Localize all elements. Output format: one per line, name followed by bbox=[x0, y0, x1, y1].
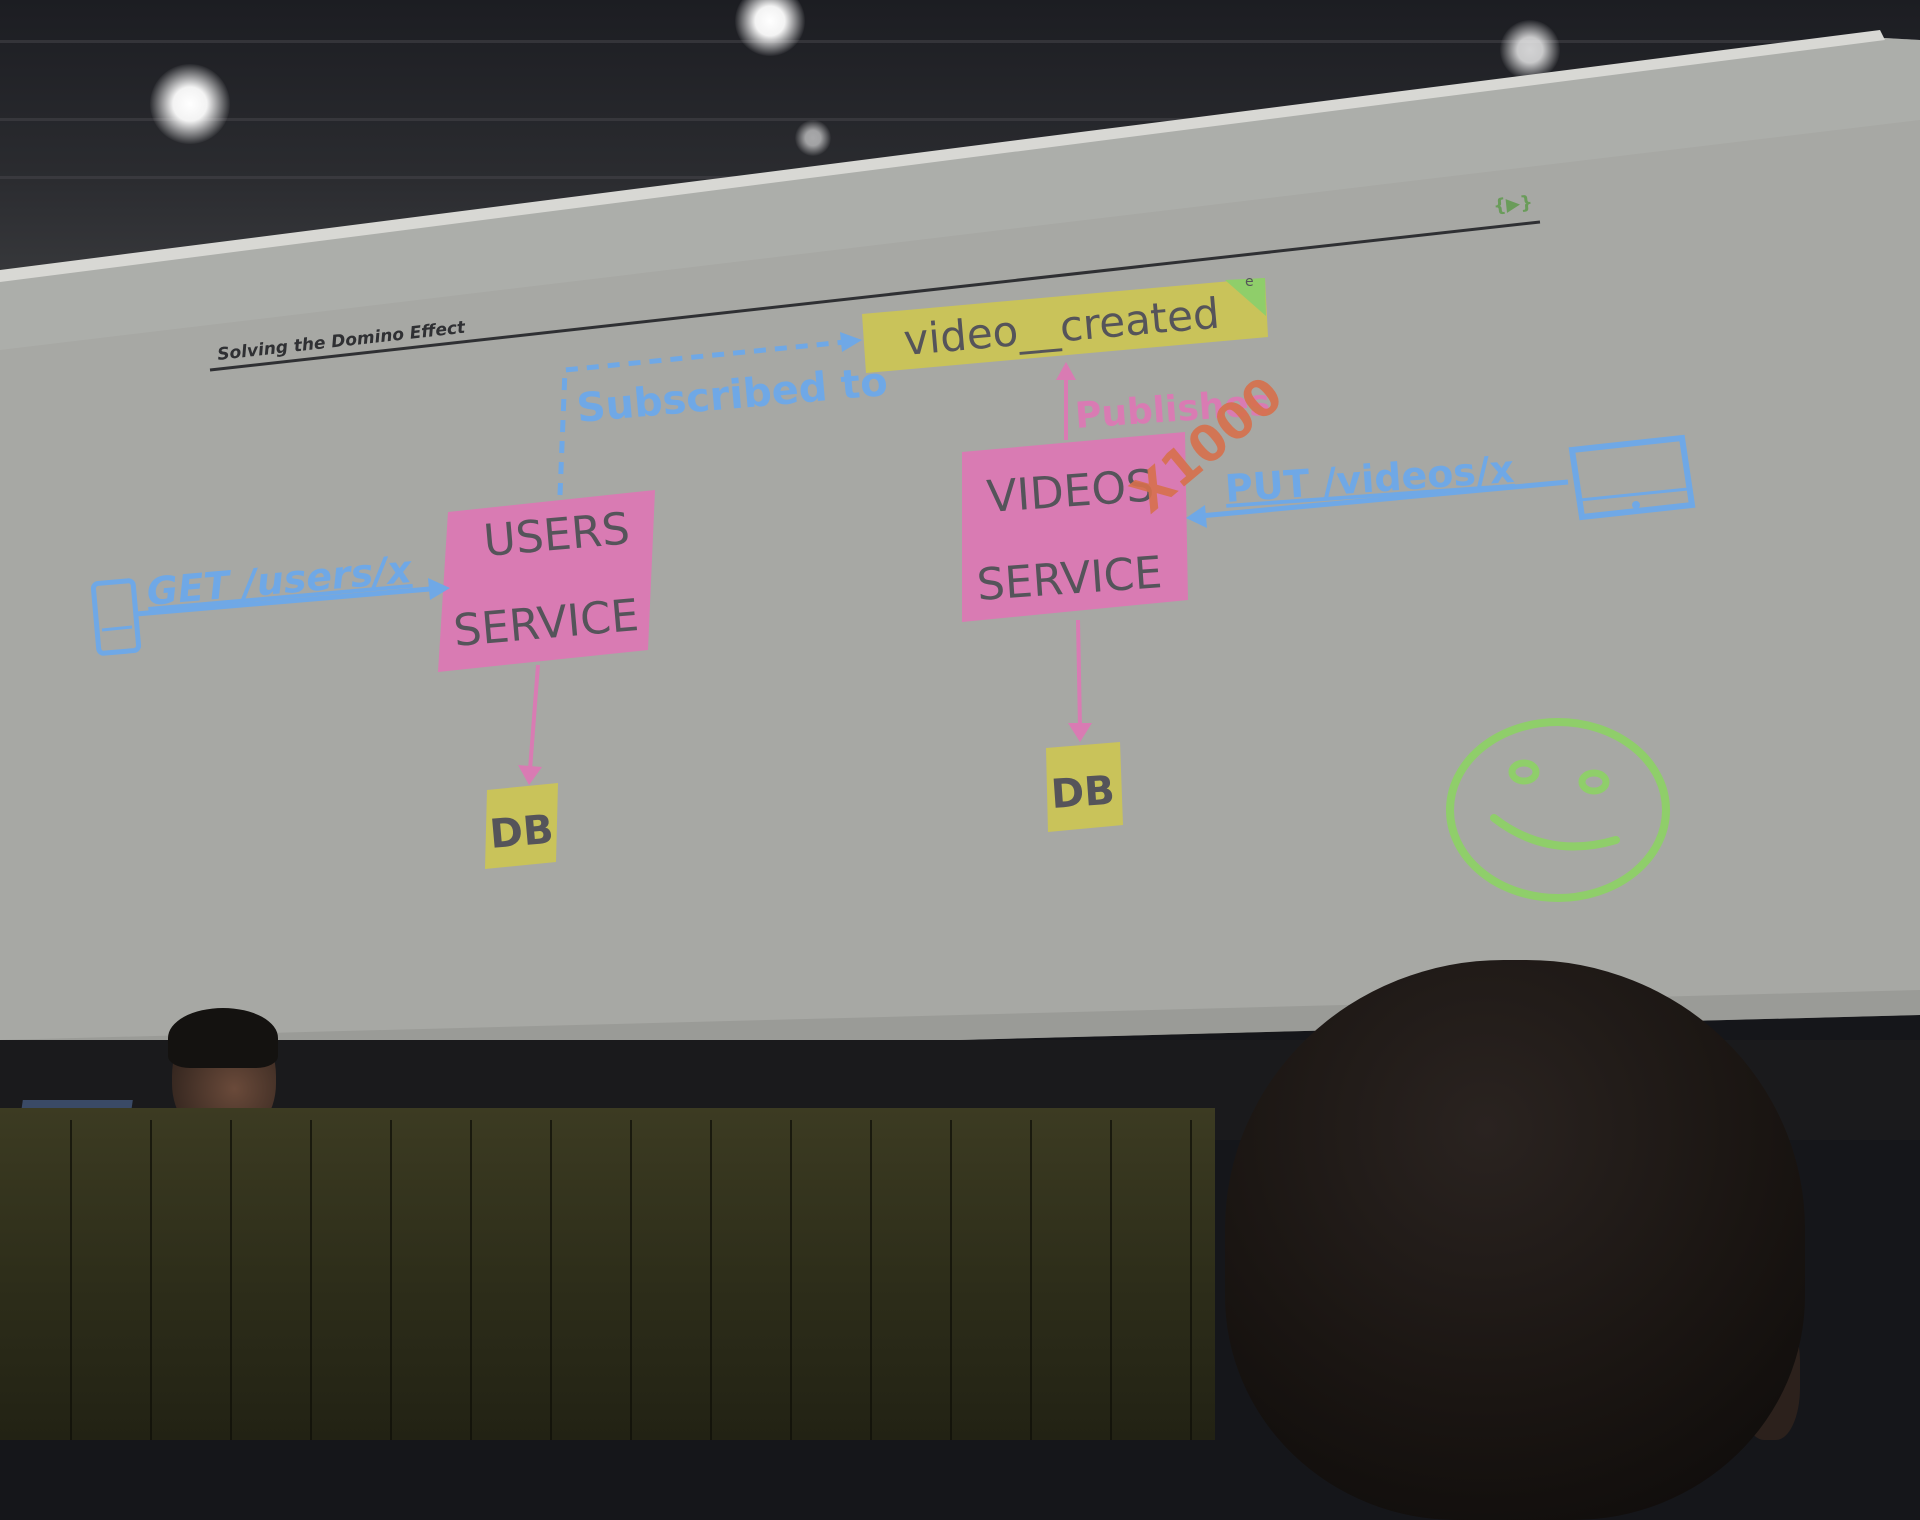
podium-rib bbox=[470, 1120, 472, 1440]
audience-member-head bbox=[1225, 960, 1805, 1520]
get-request-label: GET /users/x bbox=[145, 547, 415, 614]
tablet-icon bbox=[1568, 434, 1696, 521]
event-box-label: video__created bbox=[902, 289, 1222, 365]
get-arrowhead bbox=[428, 578, 450, 600]
podium-rib bbox=[70, 1120, 72, 1440]
put-request-label: PUT /videos/x bbox=[1224, 447, 1516, 511]
users-service-label-line1: USERS bbox=[482, 503, 632, 567]
ceiling-light bbox=[1500, 20, 1560, 80]
podium-rib bbox=[550, 1120, 552, 1440]
videos-service-box bbox=[962, 432, 1188, 622]
videos-service-label-line1: VIDEOS bbox=[985, 460, 1155, 523]
users-db-label: DB bbox=[488, 807, 555, 858]
users-service-box bbox=[438, 490, 655, 672]
subscribed-arrow bbox=[557, 339, 846, 496]
podium bbox=[0, 1108, 1215, 1440]
get-request-arrow bbox=[135, 586, 431, 617]
videos-db-arrowhead bbox=[1068, 723, 1092, 742]
podium-rib bbox=[150, 1120, 152, 1440]
videos-db-arrow bbox=[1076, 619, 1082, 729]
multiplier-label: X1000 bbox=[1120, 366, 1293, 525]
podium-rib bbox=[390, 1120, 392, 1440]
ceiling-light bbox=[150, 64, 230, 144]
videos-db-box bbox=[1046, 742, 1123, 832]
subscribed-label: Subscribed to bbox=[575, 359, 890, 432]
podium-rib bbox=[710, 1120, 712, 1440]
smiley-face-icon bbox=[1446, 718, 1670, 902]
ceiling-light bbox=[795, 120, 831, 156]
podium-rib bbox=[790, 1120, 792, 1440]
ceiling-slat bbox=[0, 176, 1920, 179]
put-request-arrow bbox=[1199, 479, 1569, 519]
ceiling-slat bbox=[0, 118, 1920, 121]
users-db-box bbox=[485, 783, 558, 869]
put-arrowhead bbox=[1186, 505, 1207, 528]
podium-rib bbox=[1190, 1120, 1192, 1440]
podium-rib bbox=[870, 1120, 872, 1440]
videos-db-label: DB bbox=[1049, 768, 1116, 818]
publishes-label: Publishes bbox=[1074, 382, 1272, 437]
publishes-arrowhead bbox=[1056, 362, 1076, 380]
ceiling-slat bbox=[0, 40, 1920, 43]
users-db-arrow bbox=[528, 664, 540, 771]
podium-rib bbox=[230, 1120, 232, 1440]
ceiling bbox=[0, 0, 1920, 300]
subscribed-arrowhead bbox=[840, 332, 862, 352]
slide-title: Solving the Domino Effect bbox=[216, 318, 467, 365]
presenter-hair bbox=[168, 1008, 278, 1068]
users-db-arrowhead bbox=[518, 765, 542, 785]
podium-rib bbox=[310, 1120, 312, 1440]
phone-icon bbox=[90, 578, 142, 656]
podium-rib bbox=[950, 1120, 952, 1440]
users-service-label-line2: SERVICE bbox=[452, 590, 641, 657]
podium-rib bbox=[630, 1120, 632, 1440]
podium-rib bbox=[1110, 1120, 1112, 1440]
podium-rib bbox=[1030, 1120, 1032, 1440]
videos-service-label-line2: SERVICE bbox=[975, 547, 1164, 611]
